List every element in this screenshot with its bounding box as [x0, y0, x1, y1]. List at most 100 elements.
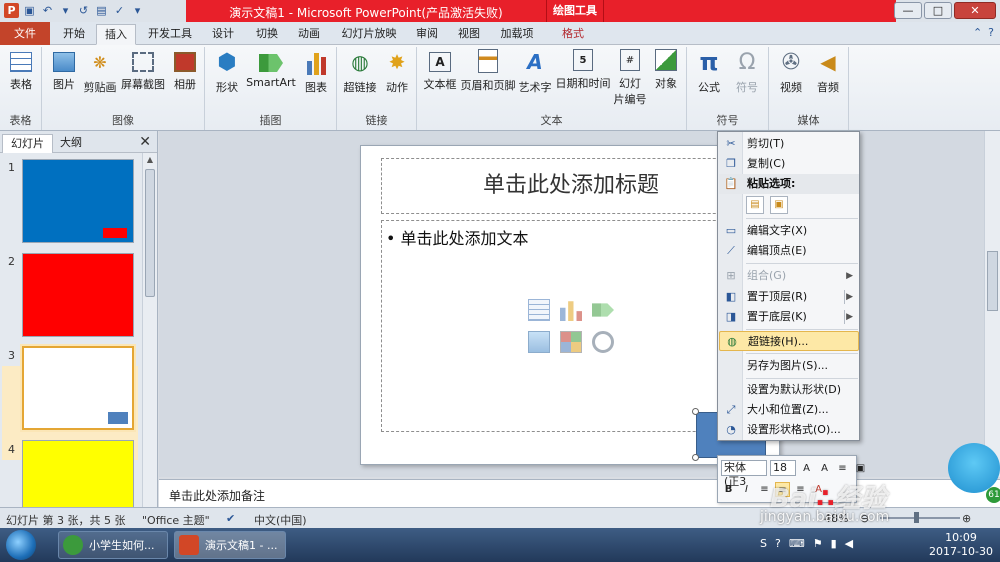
- slide-thumbnail-2[interactable]: [22, 253, 134, 337]
- submenu-arrow-icon[interactable]: ▶: [846, 287, 853, 307]
- menu-item-set-default-shape[interactable]: 设置为默认形状(D): [719, 380, 859, 400]
- minimize-button[interactable]: —: [894, 2, 922, 19]
- tray-help-icon[interactable]: ?: [775, 537, 781, 550]
- italic-icon[interactable]: I: [739, 482, 754, 497]
- picture-button[interactable]: 图片: [46, 49, 82, 92]
- menu-item-cut[interactable]: ✂ 剪切(T): [719, 134, 859, 154]
- tab-transitions[interactable]: 切换: [250, 24, 284, 45]
- tab-addins[interactable]: 加载项: [494, 24, 540, 45]
- tray-volume-icon[interactable]: ◀: [845, 537, 853, 550]
- slide-number-button[interactable]: # 幻灯 片编号: [613, 49, 647, 107]
- menu-item-bring-to-front[interactable]: ◧ 置于顶层(R) ▶: [719, 287, 859, 307]
- spelling-check-icon[interactable]: ✔: [226, 512, 235, 525]
- tray-security-icon[interactable]: ⚑: [813, 537, 823, 550]
- equation-button[interactable]: π 公式: [691, 48, 727, 95]
- tray-input-icon[interactable]: ⌨: [789, 537, 805, 550]
- undo-icon[interactable]: ↶: [40, 3, 55, 18]
- close-pane-icon[interactable]: ✕: [139, 134, 151, 150]
- clipart-button[interactable]: ❋ 剪贴画: [82, 49, 118, 95]
- wordart-button[interactable]: A 艺术字: [517, 49, 553, 95]
- menu-item-copy[interactable]: ❐ 复制(C): [719, 154, 859, 174]
- object-button[interactable]: 对象: [649, 49, 683, 91]
- help-icon[interactable]: ?: [988, 26, 994, 39]
- tab-slides[interactable]: 幻灯片: [2, 134, 53, 153]
- symbol-button[interactable]: Ω 符号: [729, 49, 765, 95]
- slides-pane-scrollbar[interactable]: ▲: [142, 153, 157, 507]
- datetime-button[interactable]: 5 日期和时间: [553, 49, 613, 91]
- slide-area-scroll-thumb[interactable]: [987, 251, 998, 311]
- system-clock[interactable]: 10:09 2017-10-30: [926, 531, 996, 559]
- insert-table-icon[interactable]: [528, 299, 550, 321]
- submenu-arrow-icon[interactable]: ▶: [846, 307, 853, 327]
- redo-icon[interactable]: ↺: [76, 3, 91, 18]
- menu-item-edit-points[interactable]: ⟋ 编辑顶点(E): [719, 241, 859, 261]
- slide-area-scrollbar[interactable]: [984, 131, 1000, 477]
- tab-outline[interactable]: 大纲: [52, 134, 90, 153]
- chart-button[interactable]: 图表: [299, 49, 333, 95]
- title-placeholder[interactable]: 单击此处添加标题: [381, 158, 761, 214]
- slide-thumbnail-3[interactable]: [22, 346, 134, 430]
- insert-media-icon[interactable]: [592, 331, 614, 353]
- tab-home[interactable]: 开始: [56, 24, 92, 45]
- resize-handle-bl[interactable]: [692, 454, 699, 461]
- scroll-thumb[interactable]: [145, 169, 155, 297]
- smartart-button[interactable]: SmartArt: [245, 49, 297, 89]
- tab-file[interactable]: 文件: [0, 22, 50, 45]
- undo-dropdown-icon[interactable]: ▾: [58, 3, 73, 18]
- insert-clipart-icon[interactable]: [560, 331, 582, 353]
- grow-font-icon[interactable]: A: [799, 461, 814, 476]
- tray-app-icon[interactable]: S: [760, 537, 767, 550]
- menu-item-format-shape[interactable]: ◔ 设置形状格式(O)...: [719, 420, 859, 440]
- album-button[interactable]: 相册: [168, 49, 202, 92]
- indent-icon[interactable]: ≡: [835, 461, 850, 476]
- taskbar-item-powerpoint[interactable]: 演示文稿1 - ...: [174, 531, 286, 559]
- paste-keep-source-icon[interactable]: ▤: [746, 196, 764, 214]
- paste-as-picture-icon[interactable]: ▣: [770, 196, 788, 214]
- collapse-ribbon-icon[interactable]: ⌃: [973, 26, 982, 39]
- screenshot-button[interactable]: 屏幕截图: [120, 49, 166, 92]
- bold-icon[interactable]: B: [721, 482, 736, 497]
- menu-item-hyperlink[interactable]: ◍ 超链接(H)...: [719, 331, 859, 351]
- audio-button[interactable]: ◀ 音频: [811, 49, 845, 95]
- insert-picture-icon[interactable]: [528, 331, 550, 353]
- shapes-button[interactable]: ⬢ 形状: [209, 49, 245, 95]
- tab-slideshow[interactable]: 幻灯片放映: [334, 24, 404, 45]
- tab-view[interactable]: 视图: [452, 24, 486, 45]
- taskbar-item-browser[interactable]: 小学生如何...: [58, 531, 168, 559]
- tab-format[interactable]: 格式: [550, 24, 596, 45]
- zoom-slider[interactable]: [880, 517, 960, 519]
- table-button[interactable]: 表格: [4, 49, 38, 92]
- menu-item-send-to-back[interactable]: ◨ 置于底层(K) ▶: [719, 307, 859, 327]
- hyperlink-ribbon-button[interactable]: ◍ 超链接: [341, 49, 379, 95]
- tab-insert[interactable]: 插入: [96, 24, 136, 45]
- zoom-slider-knob[interactable]: [914, 512, 919, 523]
- scroll-up-icon[interactable]: ▲: [143, 155, 157, 164]
- close-button[interactable]: ✕: [954, 2, 996, 19]
- language-status[interactable]: 中文(中国): [254, 512, 307, 528]
- powerpoint-icon[interactable]: P: [4, 3, 19, 18]
- action-button[interactable]: ✸ 动作: [381, 49, 413, 95]
- tab-developer[interactable]: 开发工具: [142, 24, 198, 45]
- zoom-in-icon[interactable]: ⊕: [962, 512, 971, 525]
- font-size-combo[interactable]: 18: [770, 460, 796, 476]
- print-preview-icon[interactable]: ▤: [94, 3, 109, 18]
- header-footer-button[interactable]: 页眉和页脚: [459, 49, 517, 93]
- start-button[interactable]: [6, 530, 36, 560]
- slide-thumbnail-4[interactable]: [22, 440, 134, 507]
- tab-design[interactable]: 设计: [206, 24, 240, 45]
- insert-chart-icon[interactable]: [560, 301, 582, 321]
- menu-item-size-position[interactable]: ⤢ 大小和位置(Z)...: [719, 400, 859, 420]
- spelling-icon[interactable]: ✓: [112, 3, 127, 18]
- slide-thumbnail-1[interactable]: [22, 159, 134, 243]
- customize-qat-icon[interactable]: ▾: [130, 3, 145, 18]
- resize-handle-tl[interactable]: [692, 408, 699, 415]
- tab-review[interactable]: 审阅: [410, 24, 444, 45]
- menu-item-save-as-picture[interactable]: 另存为图片(S)...: [719, 356, 859, 376]
- video-button[interactable]: ✇ 视频: [773, 49, 809, 95]
- maximize-button[interactable]: □: [924, 2, 952, 19]
- menu-item-edit-text[interactable]: ▭ 编辑文字(X): [719, 221, 859, 241]
- tray-network-icon[interactable]: ▮: [831, 537, 837, 550]
- insert-smartart-icon[interactable]: [592, 303, 614, 317]
- shrink-font-icon[interactable]: A: [817, 461, 832, 476]
- content-placeholder[interactable]: • 单击此处添加文本: [381, 220, 761, 432]
